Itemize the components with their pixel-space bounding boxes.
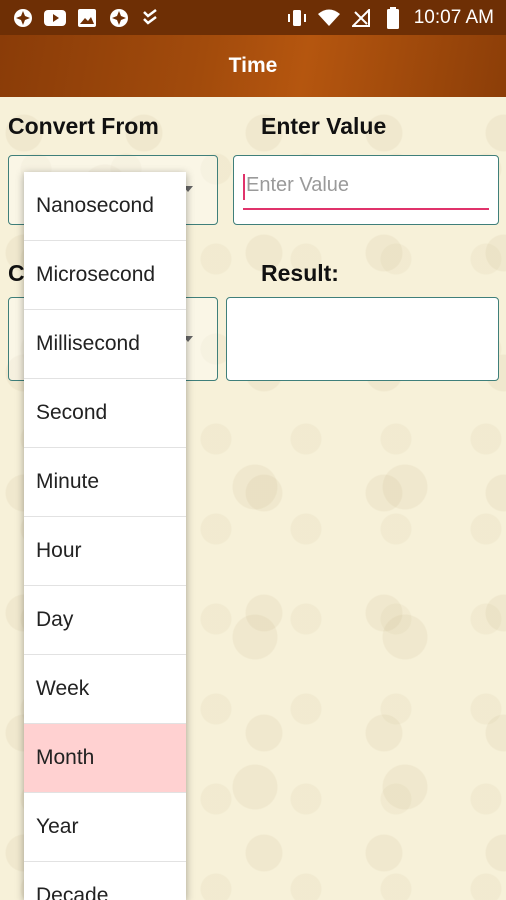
dropdown-item-label: Year xyxy=(36,815,79,838)
input-placeholder: Enter Value xyxy=(246,174,350,196)
dropdown-item-second[interactable]: Second xyxy=(24,379,186,448)
app-icon xyxy=(12,7,34,29)
dropdown-item-millisecond[interactable]: Millisecond xyxy=(24,310,186,379)
app-icon xyxy=(108,7,130,29)
dropdown-item-label: Microsecond xyxy=(36,263,156,286)
dropdown-item-week[interactable]: Week xyxy=(24,655,186,724)
page-title: Time xyxy=(228,54,278,77)
image-icon xyxy=(76,7,98,29)
dropdown-item-label: Decade xyxy=(36,884,109,900)
value-input-box[interactable]: Enter Value xyxy=(233,155,499,225)
dropdown-item-label: Nanosecond xyxy=(36,194,154,217)
dropdown-item-label: Day xyxy=(36,608,74,631)
convert-to-label: C xyxy=(8,260,25,286)
dropdown-item-decade[interactable]: Decade xyxy=(24,862,186,900)
result-label: Result: xyxy=(261,260,339,286)
battery-icon xyxy=(382,6,404,29)
dropdown-item-day[interactable]: Day xyxy=(24,586,186,655)
dropdown-item-year[interactable]: Year xyxy=(24,793,186,862)
toolbar: Time xyxy=(0,35,506,97)
dropdown-item-microsecond[interactable]: Microsecond xyxy=(24,241,186,310)
checklist-icon xyxy=(140,7,162,29)
unit-dropdown[interactable]: Nanosecond Microsecond Millisecond Second Mi… xyxy=(24,172,186,900)
convert-from-label: Convert From xyxy=(8,113,159,139)
dropdown-item-label: Minute xyxy=(36,470,100,493)
dropdown-item-label: Month xyxy=(36,746,95,769)
result-box xyxy=(226,297,499,381)
dropdown-item-label: Millisecond xyxy=(36,332,140,355)
clock: 10:07 AM xyxy=(413,6,494,28)
status-bar: 10:07 AM xyxy=(0,0,506,35)
dropdown-item-minute[interactable]: Minute xyxy=(24,448,186,517)
dropdown-item-hour[interactable]: Hour xyxy=(24,517,186,586)
no-signal-icon xyxy=(350,7,372,29)
dropdown-item-month[interactable]: Month xyxy=(24,724,186,793)
youtube-icon xyxy=(44,7,66,29)
text-caret xyxy=(243,174,245,200)
dropdown-item-label: Week xyxy=(36,677,90,700)
vibrate-icon xyxy=(286,7,308,29)
dropdown-item-nanosecond[interactable]: Nanosecond xyxy=(24,172,186,241)
wifi-icon xyxy=(317,7,340,29)
dropdown-item-label: Second xyxy=(36,401,108,424)
enter-value-label: Enter Value xyxy=(261,113,387,139)
dropdown-item-label: Hour xyxy=(36,539,82,562)
value-input[interactable]: Enter Value xyxy=(243,174,489,210)
